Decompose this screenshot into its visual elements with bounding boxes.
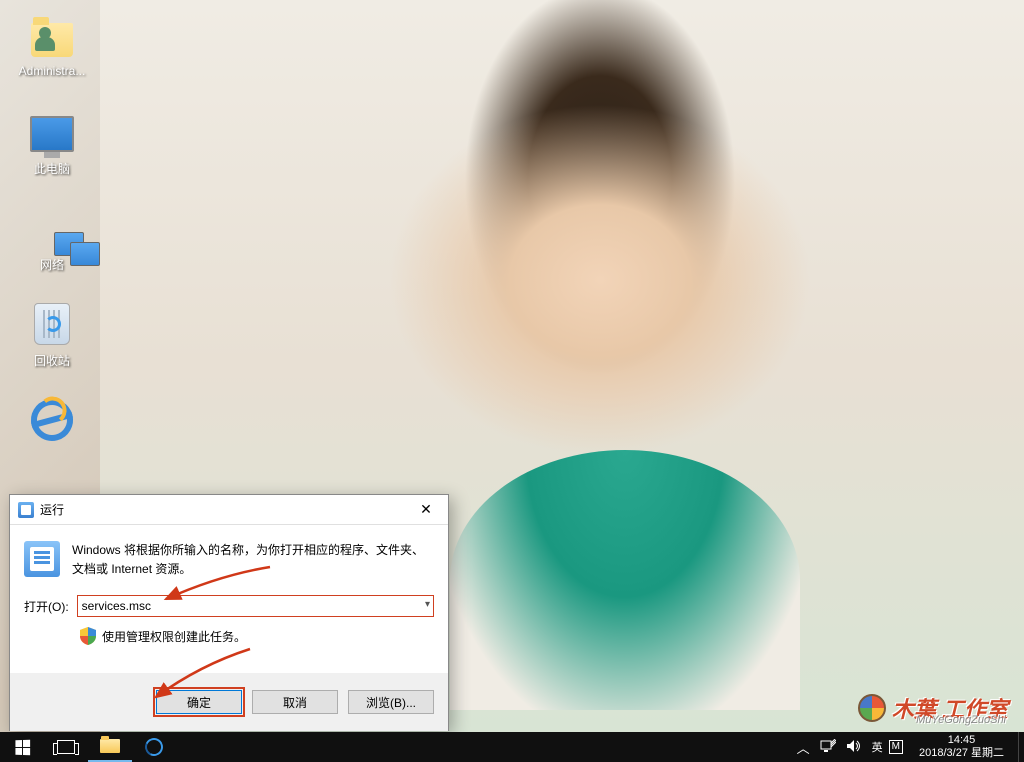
taskbar-edge[interactable] xyxy=(132,732,176,762)
clock-date: 2018/3/27 星期二 xyxy=(919,747,1004,760)
desktop-icon-this-pc[interactable]: 此电脑 xyxy=(14,108,90,177)
desktop-icon-ie[interactable] xyxy=(14,396,90,448)
desktop-icon-network[interactable]: 网络 xyxy=(14,204,90,273)
admin-text: 使用管理权限创建此任务。 xyxy=(102,628,246,645)
tray-overflow-icon[interactable]: ︿ xyxy=(797,738,810,757)
start-button[interactable] xyxy=(0,732,44,762)
taskbar-file-explorer[interactable] xyxy=(88,732,132,762)
pc-icon xyxy=(30,116,74,152)
run-dialog: 运行 ✕ Windows 将根据你所输入的名称，为你打开相应的程序、文件夹、文档… xyxy=(9,494,449,731)
taskbar-clock[interactable]: 14:45 2018/3/27 星期二 xyxy=(913,734,1010,760)
run-title-text: 运行 xyxy=(40,501,406,518)
edge-icon xyxy=(142,735,165,758)
show-desktop-button[interactable] xyxy=(1018,732,1024,762)
windows-logo-icon xyxy=(15,739,30,755)
open-combobox[interactable]: ▾ xyxy=(77,595,434,617)
clock-time: 14:45 xyxy=(919,734,1004,747)
shield-icon xyxy=(80,627,96,645)
task-view-icon xyxy=(57,740,75,754)
watermark-sub: MuYeGongZuoShi xyxy=(916,714,1006,726)
open-label: 打开(O): xyxy=(24,598,69,615)
cancel-button[interactable]: 取消 xyxy=(252,690,338,714)
recycle-bin-icon xyxy=(34,303,70,345)
volume-tray-icon[interactable] xyxy=(846,739,862,756)
browse-button[interactable]: 浏览(B)... xyxy=(348,690,434,714)
ie-icon xyxy=(26,394,77,445)
run-footer: 确定 取消 浏览(B)... xyxy=(10,673,448,731)
run-titlebar[interactable]: 运行 ✕ xyxy=(10,495,448,525)
folder-user-icon xyxy=(31,23,73,57)
desktop[interactable]: Administra... 此电脑 网络 回收站 运行 ✕ Windows 将根… xyxy=(0,0,1024,732)
desktop-icon-administrator[interactable]: Administra... xyxy=(14,12,90,78)
ime-indicator[interactable]: 英 M xyxy=(872,739,903,755)
run-body: Windows 将根据你所输入的名称，为你打开相应的程序、文件夹、文档或 Int… xyxy=(10,525,448,673)
ok-button[interactable]: 确定 xyxy=(156,690,242,714)
task-view-button[interactable] xyxy=(44,732,88,762)
icon-label: 此电脑 xyxy=(14,160,90,177)
run-description: Windows 将根据你所输入的名称，为你打开相应的程序、文件夹、文档或 Int… xyxy=(72,541,434,579)
desktop-icon-recycle-bin[interactable]: 回收站 xyxy=(14,300,90,369)
icon-label: Administra... xyxy=(14,64,90,78)
network-tray-icon[interactable] xyxy=(820,739,836,756)
folder-icon xyxy=(100,739,120,753)
ime-lang: 英 xyxy=(872,739,883,755)
taskbar: ︿ 英 M 14:45 2018/3/27 星期二 xyxy=(0,732,1024,762)
run-app-icon xyxy=(24,541,60,577)
watermark: 木葉 工作室 MuYeGongZuoShi xyxy=(858,692,1008,724)
ime-mode: M xyxy=(889,740,903,754)
icon-label: 回收站 xyxy=(14,352,90,369)
run-icon xyxy=(18,502,34,518)
watermark-logo-icon xyxy=(858,694,886,722)
system-tray: ︿ 英 M 14:45 2018/3/27 星期二 xyxy=(789,732,1018,762)
open-input[interactable] xyxy=(77,595,434,617)
close-button[interactable]: ✕ xyxy=(406,496,446,524)
